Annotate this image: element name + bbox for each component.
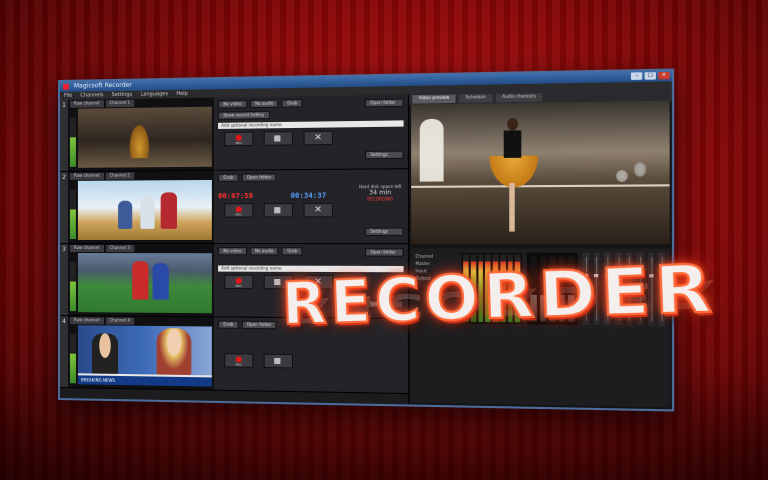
record-button[interactable]: REC	[224, 131, 254, 147]
stop-icon	[274, 207, 281, 214]
window-title: Magicsoft Recorder	[73, 81, 132, 90]
tab-schedule[interactable]: Schedule	[459, 93, 493, 103]
tab-channel[interactable]: Channel 1	[105, 99, 135, 108]
tab-raw-channel[interactable]: Raw channel	[69, 100, 104, 108]
channel-number: 3	[59, 244, 68, 316]
settings-button[interactable]: Settings	[364, 227, 404, 236]
stop-button[interactable]	[263, 131, 294, 146]
open-folder-button[interactable]: Open folder	[241, 173, 277, 182]
stop-icon	[274, 357, 281, 365]
news-ticker: BREAKING NEWS	[77, 373, 212, 387]
open-folder-button[interactable]: Open folder	[241, 320, 277, 330]
channel-controls: No video No audio Grab Show record hotke…	[213, 94, 408, 170]
tab-raw-channel[interactable]: Raw channel	[69, 317, 104, 325]
channel-1: 1 Raw channel Channel 1 No video No audi…	[59, 94, 408, 172]
app-window: Magicsoft Recorder – □ × File Channels S…	[58, 68, 675, 412]
recording-status: RECORDING	[367, 196, 394, 202]
channel-preview: Raw channel Channel 2	[67, 170, 214, 244]
tab-audio-channels[interactable]: Audio channels	[495, 93, 543, 103]
audio-source-button[interactable]: No audio	[249, 247, 279, 256]
video-source-button[interactable]: No video	[218, 247, 247, 256]
channel-list: 1 Raw channel Channel 1 No video No audi…	[59, 94, 408, 404]
video-thumbnail	[77, 253, 212, 314]
tab-channel[interactable]: Channel 3	[105, 245, 135, 253]
cancel-button[interactable]: ✕	[303, 130, 334, 146]
channel-number: 4	[59, 316, 68, 388]
record-button[interactable]: REC	[224, 353, 254, 368]
minimize-button[interactable]: –	[630, 72, 643, 80]
tab-raw-channel[interactable]: Raw channel	[69, 172, 104, 180]
audio-level-meter	[69, 117, 76, 167]
channel-preview: Raw channel Channel 3	[67, 244, 214, 317]
video-thumbnail: BREAKING NEWS	[77, 325, 212, 387]
channel-preview: Raw channel Channel 4 BREAKING NEWS	[67, 316, 214, 390]
menu-help[interactable]: Help	[176, 90, 188, 98]
grab-button[interactable]: Grab	[218, 173, 239, 182]
record-button[interactable]: REC	[224, 274, 254, 290]
audio-source-button[interactable]: No audio	[249, 99, 279, 109]
channel-number: 2	[59, 171, 68, 244]
total-timer: 00:34:37	[290, 191, 327, 200]
stop-button[interactable]	[263, 353, 294, 369]
grab-button[interactable]: Grab	[218, 320, 239, 329]
tab-video-preview[interactable]: Video preview	[412, 94, 456, 104]
stop-icon	[274, 278, 281, 286]
tab-raw-channel[interactable]: Raw channel	[69, 245, 104, 253]
tab-channel[interactable]: Channel 2	[105, 172, 135, 180]
main-content: 1 Raw channel Channel 1 No video No audi…	[59, 89, 672, 410]
channel-preview: Raw channel Channel 1	[67, 97, 214, 171]
video-thumbnail	[77, 179, 212, 240]
grab-button[interactable]: Grab	[281, 247, 303, 256]
cancel-icon: ✕	[314, 204, 323, 216]
app-icon	[62, 83, 69, 90]
cancel-button[interactable]: ✕	[303, 202, 334, 218]
window-controls: – □ ×	[630, 71, 670, 80]
elapsed-timer: 00:07:58	[218, 191, 254, 201]
channel-number: 1	[59, 99, 68, 171]
record-button[interactable]: REC	[224, 203, 254, 218]
stop-button[interactable]	[263, 203, 294, 218]
preview-pane: Video preview Schedule Audio channels Ch…	[407, 89, 672, 410]
menu-file[interactable]: File	[64, 92, 72, 100]
channel-2: 2 Raw channel Channel 2 Grab Open folder	[59, 169, 408, 245]
audio-level-meter	[69, 334, 76, 384]
maximize-button[interactable]: □	[644, 72, 656, 80]
grab-button[interactable]: Grab	[281, 99, 303, 108]
settings-button[interactable]: Settings	[364, 150, 404, 160]
channel-controls: Grab Open folder 00:07:58 00:34:37 REC ✕…	[213, 169, 408, 244]
video-thumbnail	[77, 106, 212, 168]
open-folder-button[interactable]: Open folder	[364, 98, 404, 108]
hotkey-option[interactable]: Show record hotkey	[218, 110, 270, 120]
cancel-icon: ✕	[314, 132, 323, 144]
recording-name-input[interactable]: Add optional recording name	[218, 120, 404, 129]
large-video-preview	[411, 100, 670, 245]
video-source-button[interactable]: No video	[218, 99, 247, 109]
audio-level-meter	[69, 189, 76, 239]
stop-icon	[274, 135, 281, 142]
open-folder-button[interactable]: Open folder	[364, 248, 404, 257]
close-button[interactable]: ×	[658, 71, 670, 80]
tab-channel[interactable]: Channel 4	[105, 317, 135, 325]
audio-level-meter	[69, 262, 76, 312]
